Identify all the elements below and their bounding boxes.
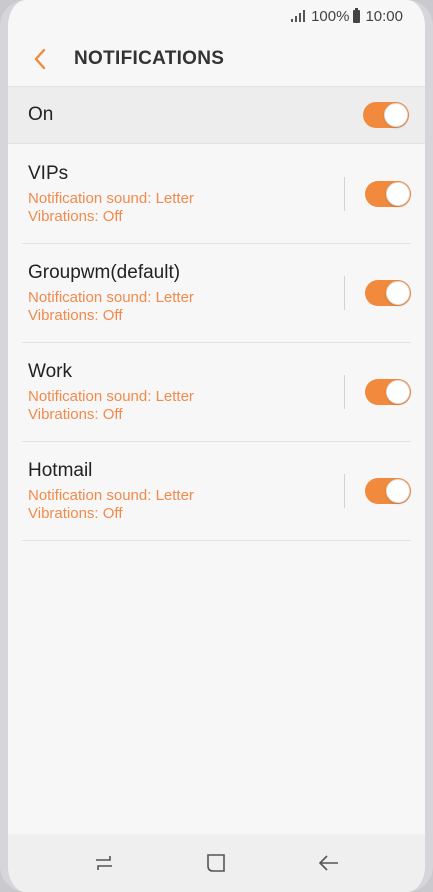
account-list: VIPs Notification sound: Letter Vibratio… [22, 145, 411, 541]
back-nav-button[interactable] [304, 843, 354, 883]
recent-apps-icon [96, 856, 113, 870]
account-name: Hotmail [28, 459, 93, 481]
vibration-setting: Vibrations: Off [28, 207, 123, 225]
account-name: VIPs [28, 162, 69, 184]
master-switch-row[interactable]: On [8, 86, 425, 144]
battery-icon [353, 7, 361, 23]
toggle-knob [384, 103, 408, 127]
notification-sound: Notification sound: Letter [28, 288, 194, 306]
divider [344, 474, 345, 508]
navigation-bar [8, 834, 425, 892]
divider [344, 276, 345, 310]
battery-percent: 100% [311, 7, 350, 25]
chevron-left-icon [34, 48, 46, 70]
back-button[interactable] [20, 39, 60, 79]
toggle-knob [386, 380, 410, 404]
vibration-setting: Vibrations: Off [28, 504, 123, 522]
notification-sound: Notification sound: Letter [28, 486, 194, 504]
account-toggle[interactable] [365, 181, 411, 207]
account-name: Work [28, 360, 72, 382]
master-switch-label: On [28, 104, 54, 125]
toggle-knob [386, 281, 410, 305]
side-button [427, 250, 431, 430]
phone-screen: 100% 10:00 NOTIFICATIONS On VIPs Notific… [0, 0, 433, 892]
app-bar: NOTIFICATIONS [8, 32, 425, 86]
toggle-knob [386, 182, 410, 206]
notification-sound: Notification sound: Letter [28, 387, 194, 405]
vibration-setting: Vibrations: Off [28, 306, 123, 324]
account-row-groupwm[interactable]: Groupwm(default) Notification sound: Let… [22, 244, 411, 343]
notification-sound: Notification sound: Letter [28, 189, 194, 207]
status-bar: 100% 10:00 [8, 0, 425, 32]
master-toggle[interactable] [363, 102, 409, 128]
signal-icon [291, 10, 306, 22]
page-title: NOTIFICATIONS [74, 48, 225, 69]
account-toggle[interactable] [365, 280, 411, 306]
recent-apps-button[interactable] [79, 843, 129, 883]
toggle-knob [386, 479, 410, 503]
divider [344, 375, 345, 409]
home-button[interactable] [191, 843, 241, 883]
home-icon [207, 854, 226, 872]
account-toggle[interactable] [365, 379, 411, 405]
divider [344, 177, 345, 211]
account-row-work[interactable]: Work Notification sound: Letter Vibratio… [22, 343, 411, 442]
back-icon [318, 855, 338, 871]
account-row-vips[interactable]: VIPs Notification sound: Letter Vibratio… [22, 145, 411, 244]
account-row-hotmail[interactable]: Hotmail Notification sound: Letter Vibra… [22, 442, 411, 541]
vibration-setting: Vibrations: Off [28, 405, 123, 423]
clock: 10:00 [365, 7, 403, 25]
account-toggle[interactable] [365, 478, 411, 504]
account-name: Groupwm(default) [28, 261, 181, 283]
